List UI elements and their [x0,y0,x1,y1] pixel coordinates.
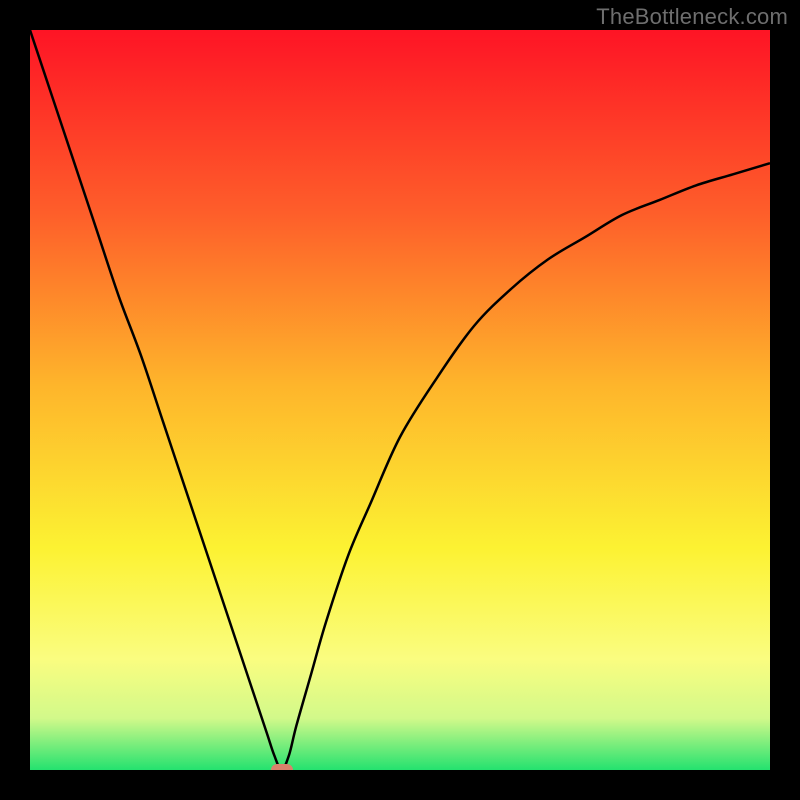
plot-area [30,30,770,770]
optimal-marker [271,764,293,770]
watermark-text: TheBottleneck.com [596,4,788,30]
gradient-bg [30,30,770,770]
chart-frame: TheBottleneck.com [0,0,800,800]
chart-svg [30,30,770,770]
